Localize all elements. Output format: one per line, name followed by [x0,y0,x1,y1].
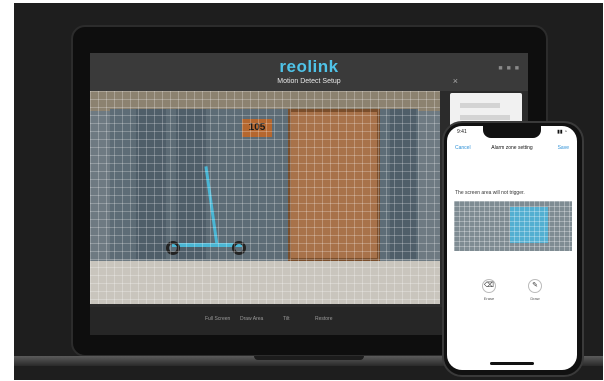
close-icon[interactable]: × [453,76,458,86]
phone-screen: 9:41 ▮▮ ◔ Cancel Alarm zone setting Save… [447,126,577,370]
camera-view[interactable]: 105 [90,91,440,304]
toolbar-full-screen[interactable]: Full Screen [205,316,230,322]
zone-note: The screen area will not trigger. [455,190,525,196]
laptop-hinge-notch [254,356,364,360]
phone-camera-preview[interactable] [454,201,572,251]
save-button[interactable]: Save [558,145,569,151]
pen-icon[interactable]: ✎ [528,279,542,293]
phone-notch [483,126,541,138]
erase-label: Erase [483,296,495,301]
home-indicator [490,362,534,365]
draw-label: Draw [530,296,540,301]
sidebar-line [460,115,510,120]
status-time: 9:41 [457,129,467,135]
toolbar-tilt[interactable]: Tilt [283,316,289,322]
window-controls[interactable]: ■ ■ ■ [498,65,520,72]
toolbar-restore[interactable]: Restore [315,316,333,322]
motion-detect-grid[interactable] [90,91,440,304]
dialog-title: Motion Detect Setup [277,78,341,85]
eraser-icon[interactable]: ⌫ [482,279,496,293]
status-icons: ▮▮ ◔ [557,129,567,135]
phone-zone-grid [454,201,572,251]
toolbar-draw-area[interactable]: Draw Area [240,316,263,322]
sidebar-line [460,103,500,108]
product-photo-background: reolink ■ ■ ■ Motion Detect Setup × 105 [14,3,603,380]
app-header: reolink ■ ■ ■ Motion Detect Setup × [90,53,528,91]
brand-logo: reolink [279,57,339,76]
